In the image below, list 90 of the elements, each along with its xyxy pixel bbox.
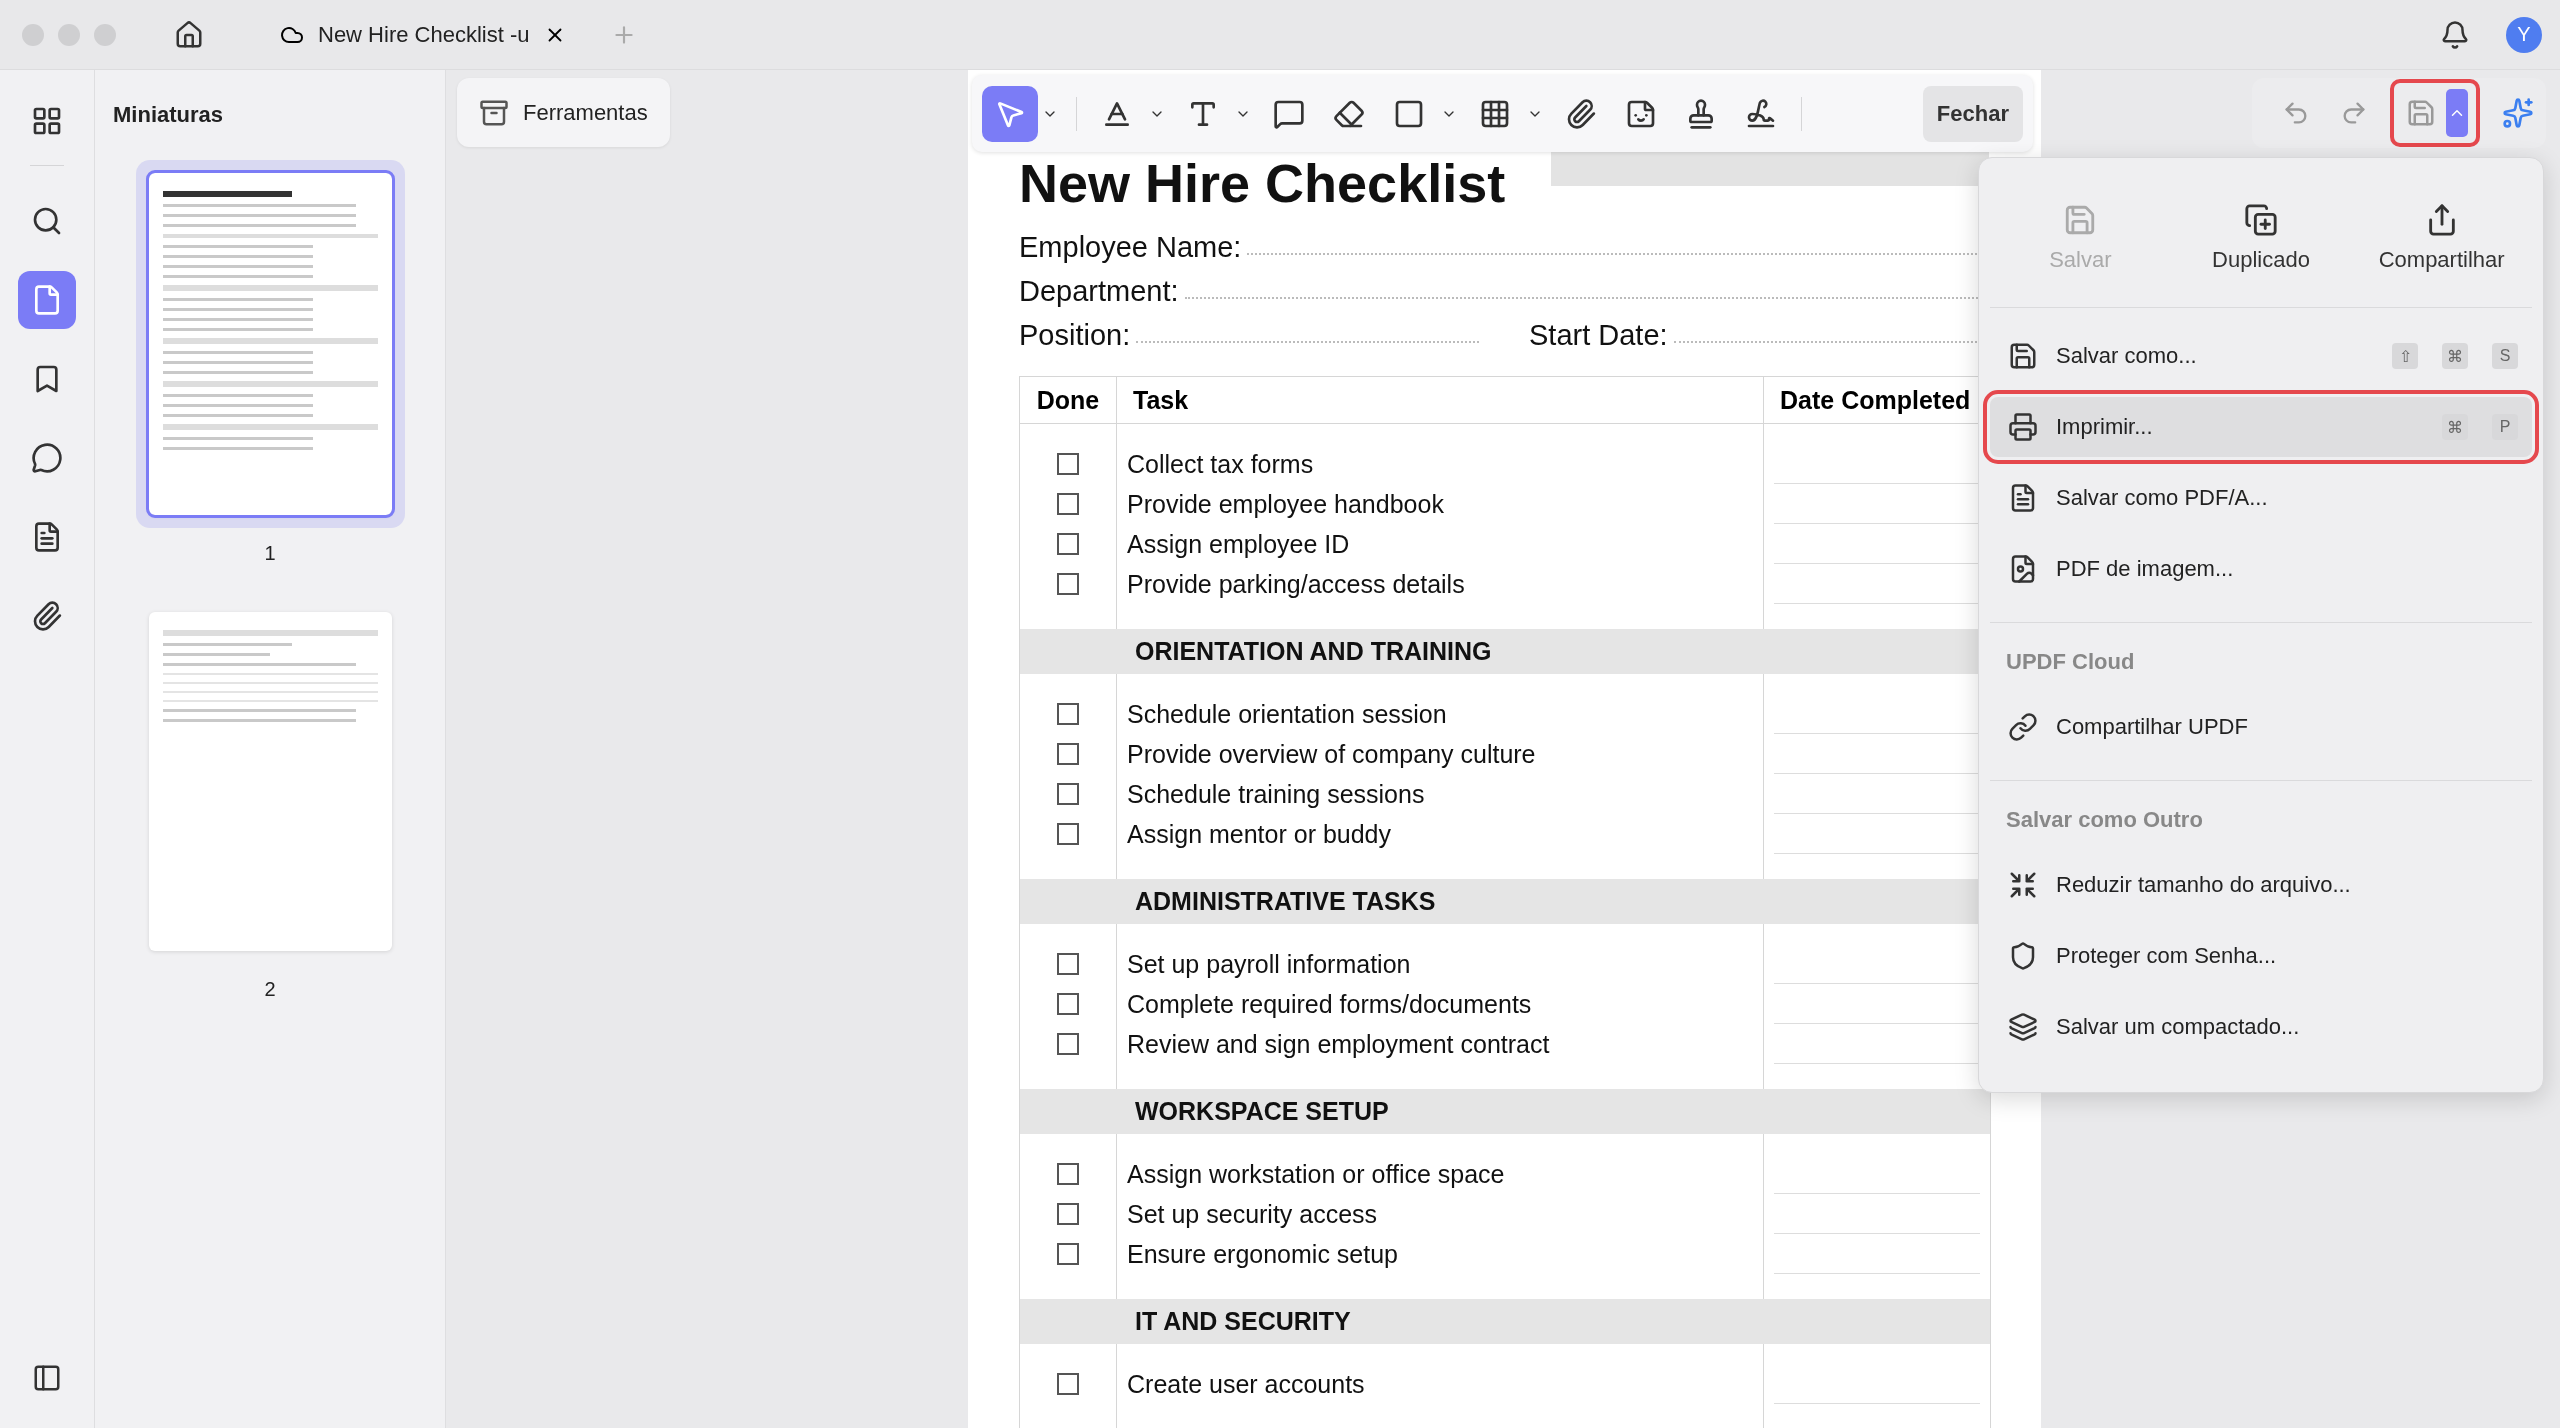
attach-icon — [1565, 97, 1597, 130]
menu-item[interactable]: Proteger com Senha... — [1990, 926, 2532, 986]
close-button[interactable]: Fechar — [1922, 85, 2023, 142]
checkbox[interactable] — [1057, 493, 1079, 515]
checkbox[interactable] — [1057, 1203, 1079, 1225]
signature-icon — [1745, 97, 1777, 130]
field-label: Department: — [1019, 275, 1179, 308]
field-label: Position: — [1019, 319, 1131, 352]
search-icon — [31, 205, 63, 237]
menu-item[interactable]: Reduzir tamanho do arquivo... — [1990, 855, 2532, 915]
checkbox[interactable] — [1057, 573, 1079, 595]
checkbox[interactable] — [1057, 1373, 1079, 1395]
task-text: Create user accounts — [1126, 1369, 1365, 1399]
checkbox[interactable] — [1057, 953, 1079, 975]
menu-item-label: Imprimir... — [2056, 414, 2154, 440]
menu-action[interactable]: Duplicado — [2170, 168, 2352, 307]
checkbox[interactable] — [1057, 993, 1079, 1015]
menu-item-label: Reduzir tamanho do arquivo... — [2056, 872, 2352, 898]
panel-icon — [32, 1363, 62, 1393]
task-text: Set up payroll information — [1126, 949, 1411, 979]
menu-item[interactable]: Compartilhar UPDF — [1990, 697, 2532, 757]
column-header: Done — [1020, 377, 1117, 424]
menu-item[interactable]: Salvar um compactado... — [1990, 997, 2532, 1057]
page-thumbnail-drawing[interactable] — [148, 612, 392, 951]
checkbox[interactable] — [1057, 783, 1079, 805]
document-tab[interactable]: New Hire Checklist -u — [262, 6, 597, 63]
page-thumbnail-drawing[interactable] — [148, 173, 392, 515]
checkbox[interactable] — [1057, 1243, 1079, 1265]
attachment-icon — [31, 600, 63, 632]
section-heading: IT AND SECURITY — [1020, 1299, 1990, 1344]
page-number: 2 — [264, 978, 276, 1001]
task-text: Set up security access — [1126, 1199, 1378, 1229]
shortcut-key: ⇧ — [2392, 343, 2418, 369]
menu-section-heading: UPDF Cloud — [2005, 648, 2136, 676]
tools-button[interactable]: Ferramentas — [457, 78, 670, 147]
notification-icon[interactable] — [2440, 19, 2470, 50]
section-heading: WORKSPACE SETUP — [1020, 1089, 1990, 1134]
menu-section-heading: Salvar como Outro — [2005, 806, 2204, 834]
menu-item-label: Salvar como PDF/A... — [2056, 485, 2269, 511]
page-button[interactable] — [18, 271, 76, 329]
column-header: Task — [1117, 377, 1764, 424]
comment-icon — [31, 442, 63, 474]
checkbox[interactable] — [1057, 533, 1079, 555]
menu-item-label: Compartilhar UPDF — [2056, 714, 2249, 740]
shortcut-key: P — [2492, 414, 2518, 440]
field-label: Start Date: — [1529, 319, 1668, 352]
checkbox[interactable] — [1057, 823, 1079, 845]
save-menu-button[interactable] — [2446, 89, 2468, 137]
task-text: Provide parking/access details — [1126, 569, 1465, 599]
shortcut-key: ⌘ — [2442, 343, 2468, 369]
task-text: Collect tax forms — [1126, 449, 1314, 479]
thumbnails-icon — [31, 105, 63, 137]
shrink-icon — [2008, 870, 2038, 900]
page-number: 1 — [264, 542, 276, 565]
menu-action[interactable]: Compartilhar — [2351, 168, 2532, 307]
checkbox[interactable] — [1057, 743, 1079, 765]
sparkle-icon — [2502, 97, 2534, 129]
checkbox[interactable] — [1057, 703, 1079, 725]
task-text: Schedule orientation session — [1126, 699, 1447, 729]
menu-item[interactable]: Salvar como... ⇧ ⌘ S — [1990, 326, 2532, 386]
menu-item-label: Proteger com Senha... — [2056, 943, 2278, 969]
task-text: Provide overview of company culture — [1126, 739, 1536, 769]
panel-title: Miniaturas — [112, 101, 224, 129]
menu-item-label: PDF de imagem... — [2056, 556, 2235, 582]
task-text: Review and sign employment contract — [1126, 1029, 1550, 1059]
home-icon — [174, 19, 204, 50]
shortcut-key: ⌘ — [2442, 414, 2468, 440]
checkbox[interactable] — [1057, 453, 1079, 475]
link-icon — [2008, 712, 2038, 742]
printer-icon — [2008, 412, 2038, 442]
menu-item-label: Salvar um compactado... — [2056, 1014, 2301, 1040]
shortcut-key: S — [2492, 343, 2518, 369]
menu-item[interactable]: PDF de imagem... — [1990, 539, 2532, 599]
task-text: Provide employee handbook — [1126, 489, 1444, 519]
checkbox[interactable] — [1057, 1033, 1079, 1055]
checkbox[interactable] — [1057, 1163, 1079, 1185]
layers-icon — [2008, 1012, 2038, 1042]
tab-title: New Hire Checklist -u — [318, 21, 530, 48]
task-text: Complete required forms/documents — [1126, 989, 1532, 1019]
menu-item-label: Salvar como... — [2056, 343, 2198, 369]
task-text: Assign employee ID — [1126, 529, 1350, 559]
field-label: Employee Name: — [1019, 231, 1242, 264]
task-text: Assign mentor or buddy — [1126, 819, 1392, 849]
task-text: Schedule training sessions — [1126, 779, 1425, 809]
document-title: New Hire Checklist — [1019, 154, 1506, 212]
task-text: Assign workstation or office space — [1126, 1159, 1505, 1189]
task-text: Ensure ergonomic setup — [1126, 1239, 1398, 1269]
duplicate-icon — [2244, 202, 2278, 237]
user-avatar[interactable]: Y — [2506, 16, 2542, 53]
menu-item[interactable]: Salvar como PDF/A... — [1990, 468, 2532, 528]
